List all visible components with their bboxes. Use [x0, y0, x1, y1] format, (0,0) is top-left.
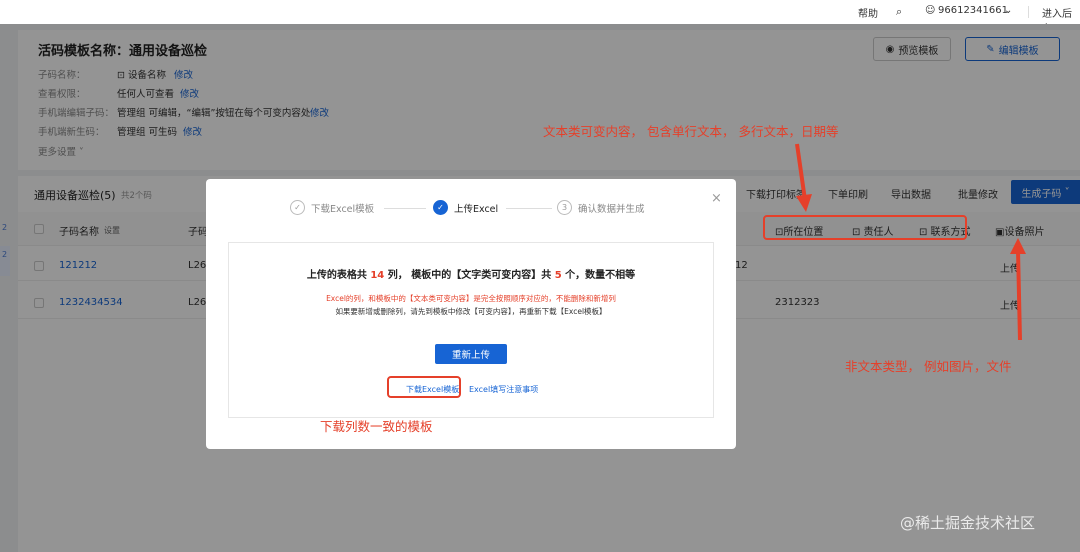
- step-label: 上传Excel: [454, 203, 499, 215]
- user-phone[interactable]: 96612341661: [938, 5, 1008, 16]
- step-connector: [506, 208, 552, 209]
- column-count: 14: [370, 270, 385, 281]
- close-icon[interactable]: ×: [711, 191, 722, 206]
- reupload-button[interactable]: 重新上传: [435, 344, 507, 364]
- variable-count: 5: [554, 270, 562, 281]
- annotation-download-hint: 下载列数一致的模板: [320, 419, 433, 434]
- msg-text: 列， 模板中的【文字类可变内容】共: [384, 270, 555, 281]
- help-link[interactable]: 帮助: [858, 5, 878, 20]
- step-label: 下载Excel模板: [311, 203, 375, 215]
- top-bar: 帮助 ⌕ ☺ 96612341661 ⌄ 进入后台: [0, 0, 1080, 35]
- info-message: 如果要新增或删除列，请先到模板中修改【可变内容】，再重新下载【Excel模板】: [335, 307, 607, 316]
- chevron-down-icon[interactable]: ⌄: [1004, 5, 1012, 16]
- text-columns-highlight: [763, 215, 967, 240]
- step-connector: [384, 208, 426, 209]
- divider: [1028, 6, 1029, 18]
- annotation-text-types: 文本类可变内容， 包含单行文本， 多行文本，日期等: [543, 124, 839, 139]
- fill-notes-link[interactable]: Excel填写注意事项: [469, 384, 538, 395]
- watermark: @稀土掘金技术社区: [900, 514, 1036, 532]
- msg-text: 上传的表格共: [306, 270, 371, 281]
- check-icon: ✓: [433, 200, 448, 215]
- check-icon: ✓: [290, 200, 305, 215]
- warning-message: Excel的列，和模板中的【文本类可变内容】是完全按照顺序对应的，不能删除和新增…: [326, 294, 616, 303]
- download-template-highlight: [387, 376, 461, 398]
- step-confirm-generate: 3 确认数据并生成: [557, 200, 645, 215]
- annotation-non-text: 非文本类型， 例如图片，文件: [845, 359, 1012, 374]
- column-mismatch-message: 上传的表格共 14 列， 模板中的【文字类可变内容】共 5 个，数量不相等: [228, 266, 714, 281]
- step-download-template: ✓ 下载Excel模板: [290, 200, 374, 215]
- msg-text: 个，数量不相等: [561, 270, 636, 281]
- step-number: 3: [557, 200, 572, 215]
- user-icon: ☺: [925, 5, 936, 16]
- step-label: 确认数据并生成: [578, 203, 645, 215]
- step-upload-excel: ✓ 上传Excel: [433, 200, 498, 215]
- search-icon[interactable]: ⌕: [896, 5, 902, 19]
